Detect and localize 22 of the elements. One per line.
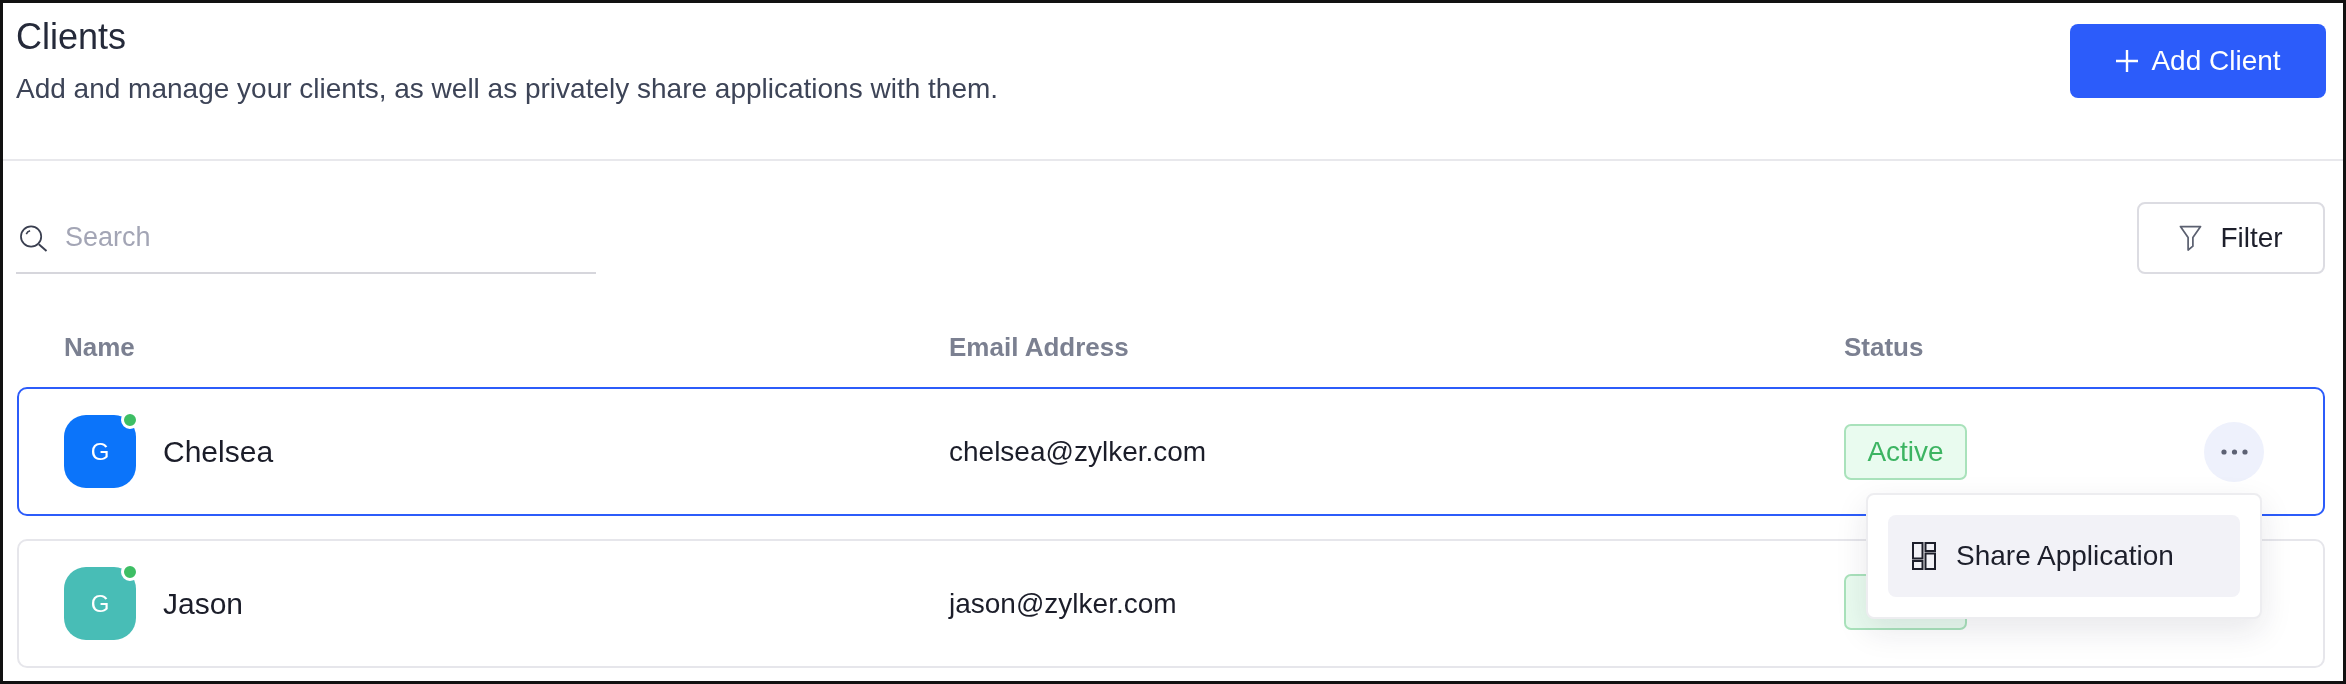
client-email: chelsea@zylker.com <box>949 435 1207 467</box>
column-header: Status <box>1844 331 1925 363</box>
layout-icon <box>1912 542 1936 570</box>
search-icon <box>19 225 48 252</box>
ellipsis-icon <box>2220 448 2248 455</box>
menu-item[interactable]: Share Application <box>1888 515 2240 597</box>
page-description: Add and manage your clients, as well as privately share applications with them. <box>16 72 999 105</box>
plus-icon <box>2115 49 2140 73</box>
funnel-icon <box>2179 224 2203 252</box>
filter-button[interactable]: Filter <box>2137 202 2325 274</box>
search-field[interactable]: Search <box>16 202 596 274</box>
page-title: Clients <box>16 15 128 58</box>
add-client-button[interactable]: Add Client <box>2070 24 2326 98</box>
client-name: Chelsea <box>163 434 274 469</box>
column-header: Email Address <box>949 331 1130 363</box>
status-badge: Active <box>1844 423 1967 480</box>
avatar: G <box>64 567 136 640</box>
avatar: G <box>64 415 136 488</box>
client-name: Jason <box>163 586 244 621</box>
column-header: Name <box>64 331 136 363</box>
client-row[interactable]: G Chelsea chelsea@zylker.com Active <box>17 387 2325 516</box>
client-email: jason@zylker.com <box>949 587 1177 619</box>
